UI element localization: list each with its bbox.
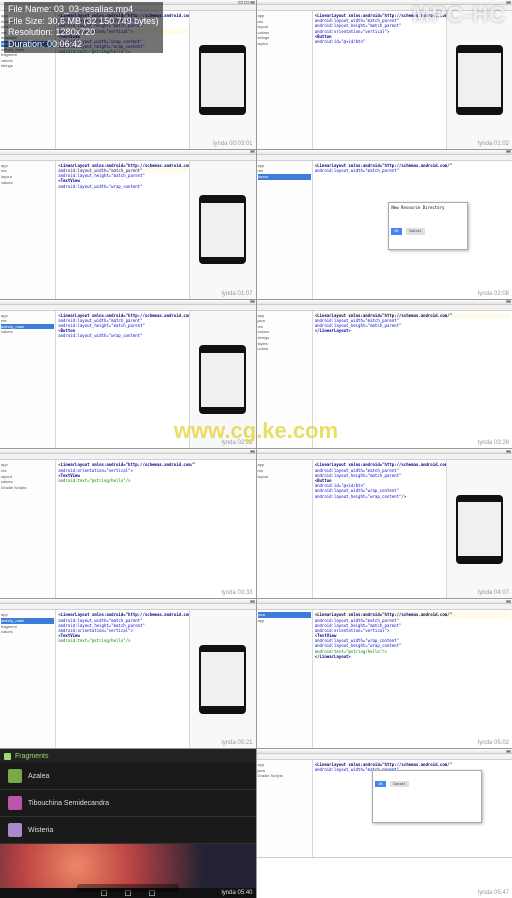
dialog-ok-button[interactable]: OK (375, 781, 385, 788)
thumbnail[interactable]: app activity_main fragment values <Linea… (0, 599, 256, 748)
lynda-watermark: lynda 03:33 (221, 590, 252, 596)
close-button[interactable] (250, 300, 255, 303)
close-button[interactable] (250, 600, 255, 603)
settings-dialog: OK Cancel (372, 770, 482, 823)
thumbnail-grid: app manifests java res drawable layout a… (0, 0, 512, 898)
thumbnail[interactable]: app java Gradle Scripts <LinearLayout xm… (257, 749, 512, 898)
thumbnail[interactable]: java app <LinearLayout xmlns:android="ht… (257, 599, 512, 748)
tablet-device-icon (199, 645, 246, 714)
project-tree[interactable]: app res layout values strings styles (257, 11, 313, 149)
layout-preview (446, 460, 512, 598)
close-button[interactable] (250, 150, 255, 153)
project-tree[interactable]: app java Gradle Scripts (257, 760, 313, 856)
project-tree[interactable]: java app (257, 610, 313, 748)
project-tree[interactable]: app res layout values Gradle Scripts (0, 460, 56, 598)
lynda-watermark: lynda 00:03:01 (213, 141, 252, 147)
app-logo-icon (4, 753, 11, 760)
lynda-watermark: lynda 04:07 (478, 590, 509, 596)
project-tree[interactable]: app res layout (257, 460, 313, 598)
lynda-watermark: lynda 02:08 (478, 291, 509, 297)
code-editor[interactable]: <LinearLayout xmlns:android="http://sche… (56, 311, 189, 449)
close-button[interactable] (506, 750, 511, 753)
flower-thumb-icon (8, 823, 22, 837)
tablet-device-icon (199, 195, 246, 264)
tablet-device-icon (456, 495, 503, 564)
lynda-watermark: lynda 05:40 (221, 890, 252, 896)
home-icon[interactable] (125, 890, 131, 896)
code-editor[interactable]: <LinearLayout xmlns:android="http://sche… (56, 460, 255, 598)
close-button[interactable] (506, 300, 511, 303)
code-editor[interactable]: <LinearLayout xmlns:android="http://sche… (313, 11, 446, 149)
layout-preview (189, 11, 255, 149)
project-tree[interactable]: app res layout (257, 161, 313, 299)
lynda-watermark: lynda 05:47 (478, 890, 509, 896)
thumbnail-android-app[interactable]: Fragments Azalea Tibouchina Semidecandra… (0, 749, 256, 898)
recent-icon[interactable] (149, 890, 155, 896)
dialog-title: New Resource Directory (391, 205, 465, 210)
list-item[interactable]: Tibouchina Semidecandra (0, 790, 256, 817)
layout-preview (189, 311, 255, 449)
flower-thumb-icon (8, 769, 22, 783)
maximize-button[interactable] (244, 1, 249, 4)
tablet-homescreen (0, 844, 256, 898)
flower-thumb-icon (8, 796, 22, 810)
lynda-watermark: lynda 05:02 (478, 740, 509, 746)
code-editor[interactable]: <LinearLayout xmlns:android="http://sche… (313, 311, 512, 449)
project-tree[interactable]: app res layout values (0, 161, 56, 299)
close-button[interactable] (506, 1, 511, 4)
tablet-device-icon (199, 345, 246, 414)
close-button[interactable] (250, 450, 255, 453)
thumbnail[interactable]: app res layout <LinearLayout xmlns:andro… (257, 150, 512, 299)
media-info-overlay: File Name: 03_03-resalias.mp4 File Size:… (4, 2, 163, 53)
lynda-watermark: lynda 03:26 (478, 440, 509, 446)
dialog-ok-button[interactable]: OK (391, 228, 401, 235)
project-tree[interactable]: app res activity_main values (0, 311, 56, 449)
code-editor[interactable]: <LinearLayout xmlns:android="http://sche… (56, 610, 189, 748)
tablet-device-icon (199, 45, 246, 114)
minimize-button[interactable] (238, 1, 243, 4)
layout-preview (189, 161, 255, 299)
thumbnail[interactable]: app res activity_main values <LinearLayo… (0, 300, 256, 449)
code-editor[interactable]: <LinearLayout xmlns:android="http://sche… (313, 610, 512, 748)
code-editor[interactable]: <LinearLayout xmlns:android="http://sche… (313, 161, 512, 299)
thumbnail[interactable]: app res layout values <LinearLayout xmln… (0, 150, 256, 299)
code-editor[interactable]: <LinearLayout xmlns:android="http://sche… (313, 760, 512, 856)
dialog-cancel-button[interactable]: Cancel (406, 228, 425, 235)
close-button[interactable] (506, 150, 511, 153)
nav-bar (0, 888, 256, 898)
code-editor[interactable]: <LinearLayout xmlns:android="http://sche… (56, 161, 189, 299)
app-header: Fragments (0, 749, 256, 763)
lynda-watermark: lynda 02:25 (221, 440, 252, 446)
thumbnail[interactable]: app res layout values Gradle Scripts <Li… (0, 449, 256, 598)
tablet-device-icon (456, 45, 503, 114)
lynda-watermark: lynda 01:02 (478, 141, 509, 147)
project-tree[interactable]: app activity_main fragment values (0, 610, 56, 748)
lynda-watermark: lynda 05:21 (221, 740, 252, 746)
new-resource-dialog: New Resource Directory OK Cancel (388, 202, 468, 250)
close-button[interactable] (250, 1, 255, 4)
console-panel[interactable] (257, 857, 512, 898)
layout-preview (189, 610, 255, 748)
lynda-watermark: lynda 01:07 (221, 291, 252, 297)
dialog-cancel-button[interactable]: Cancel (390, 781, 409, 788)
close-button[interactable] (506, 450, 511, 453)
thumbnail[interactable]: app java res values strings styles color… (257, 300, 512, 449)
thumbnail[interactable]: app res layout <LinearLayout xmlns:andro… (257, 449, 512, 598)
layout-preview (446, 11, 512, 149)
code-editor[interactable]: <LinearLayout xmlns:android="http://sche… (313, 460, 446, 598)
player-logo: MPC-HC (412, 2, 506, 28)
close-button[interactable] (506, 600, 511, 603)
list-item[interactable]: Azalea (0, 763, 256, 790)
list-item[interactable]: Wisteria (0, 817, 256, 844)
phone-screen: Fragments Azalea Tibouchina Semidecandra… (0, 749, 256, 844)
project-tree[interactable]: app java res values strings styles color… (257, 311, 313, 449)
back-icon[interactable] (101, 890, 107, 896)
